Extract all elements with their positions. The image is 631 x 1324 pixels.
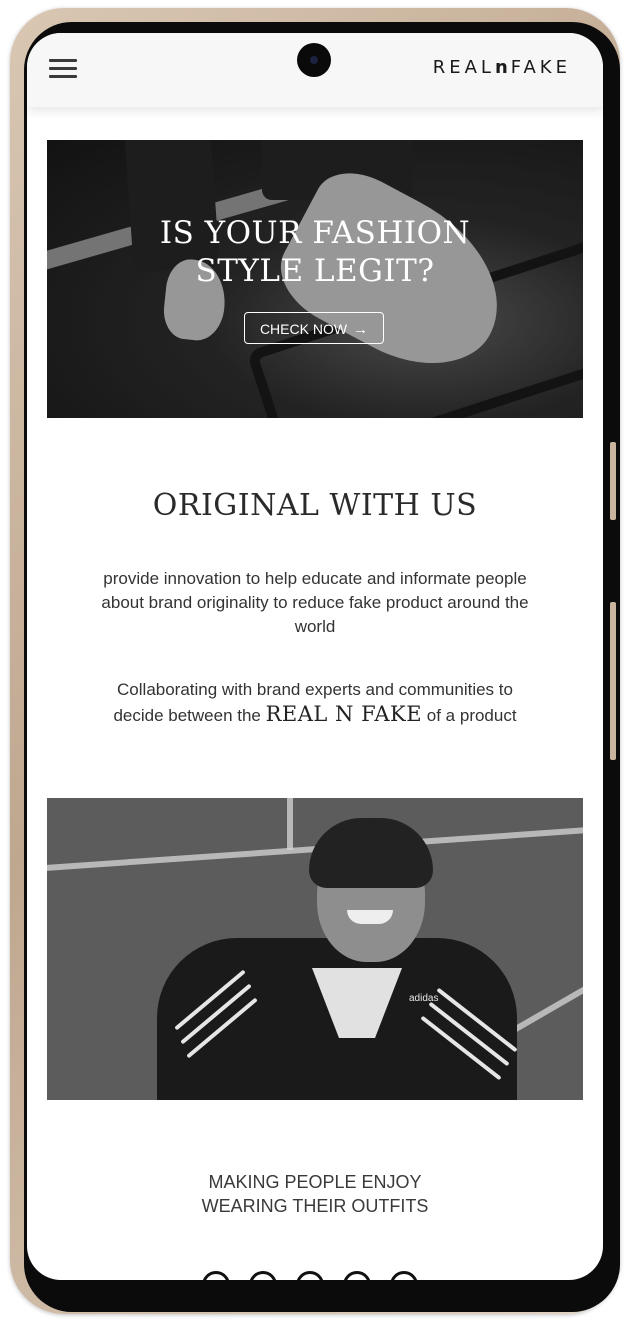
hero-title-line-1: IS YOUR FASHION (159, 215, 471, 251)
tagline-line-2: WEARING THEIR OUTFITS (201, 1196, 429, 1216)
section-title: ORIGINAL WITH US (152, 488, 478, 523)
power-button (610, 602, 616, 760)
brand-logo-real: REAL (432, 57, 495, 78)
kid-smile (347, 910, 393, 924)
arrow-right-icon: → (353, 321, 369, 338)
carousel-dots (202, 1271, 432, 1280)
hero-title-line-2: STYLE LEGIT? (195, 253, 435, 289)
carousel-dot[interactable] (343, 1271, 371, 1280)
brand-logo-fake: FAKE (510, 57, 571, 78)
real-n-fake-emphasis: REAL N FAKE (265, 702, 423, 726)
tagline-line-1: MAKING PEOPLE ENJOY (208, 1172, 422, 1192)
app-header: REALnFAKE (27, 33, 603, 107)
about-paragraph-2-after: of a product (426, 706, 517, 725)
about-paragraph-2: Collaborating with brand experts and com… (97, 678, 533, 728)
carousel-dot[interactable] (390, 1271, 418, 1280)
carousel-dot[interactable] (249, 1271, 277, 1280)
hero-title: IS YOUR FASHION STYLE LEGIT? (47, 214, 583, 290)
front-camera (297, 43, 331, 77)
brand-logo-n: n (494, 57, 511, 78)
phone-screen: REALnFAKE IS YOUR FASHION STYLE LEGIT? C… (27, 33, 603, 1280)
about-paragraph-1: provide innovation to help educate and i… (101, 569, 529, 636)
carousel-dot[interactable] (202, 1271, 230, 1280)
check-now-label: CHECK NOW (259, 321, 348, 337)
court-line (287, 798, 293, 850)
brand-logo[interactable]: REALnFAKE (433, 57, 571, 78)
carousel-dot[interactable] (296, 1271, 324, 1280)
volume-button (610, 442, 616, 520)
hamburger-menu-icon[interactable] (49, 57, 77, 79)
check-now-button[interactable]: CHECK NOW → (244, 312, 384, 344)
kid-hair (309, 818, 433, 888)
hero-banner: IS YOUR FASHION STYLE LEGIT? CHECK NOW → (47, 140, 583, 418)
tagline: MAKING PEOPLE ENJOY WEARING THEIR OUTFIT… (27, 1170, 603, 1218)
adidas-logo-text: adidas (409, 993, 439, 1004)
kid-photo: adidas (47, 798, 583, 1100)
